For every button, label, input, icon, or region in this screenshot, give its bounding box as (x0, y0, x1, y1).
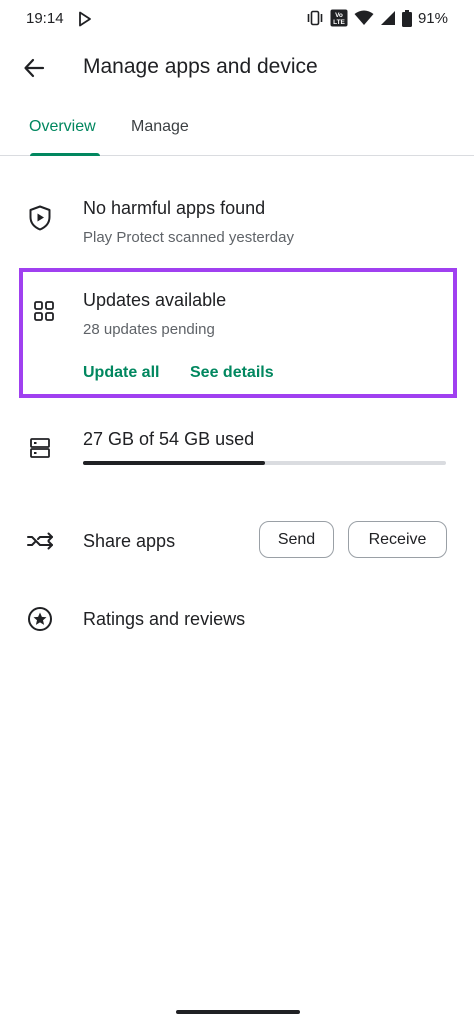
active-tab-indicator (30, 153, 100, 156)
wifi-icon (354, 10, 374, 25)
home-gesture-bar[interactable] (176, 1010, 300, 1014)
storage-bar (83, 461, 446, 465)
update-all-button[interactable]: Update all (83, 364, 159, 382)
share-apps-icon (26, 527, 54, 555)
svg-text:Vo: Vo (335, 12, 343, 19)
ratings-reviews-label: Ratings and reviews (83, 609, 246, 629)
apps-grid-icon (30, 297, 58, 325)
play-protect-row[interactable]: No harmful apps found Play Protect scann… (0, 190, 474, 260)
tab-bar: Overview Manage (0, 106, 474, 156)
svg-text:LTE: LTE (333, 19, 345, 26)
receive-button[interactable]: Receive (348, 521, 447, 558)
page-title: Manage apps and device (83, 55, 318, 78)
ratings-reviews-row[interactable]: Ratings and reviews (0, 598, 474, 642)
tab-overview[interactable]: Overview (29, 118, 96, 136)
share-apps-row: Share apps Send Receive (0, 516, 474, 566)
play-protect-title: No harmful apps found (83, 198, 266, 218)
storage-bar-fill (83, 461, 265, 465)
see-details-button[interactable]: See details (190, 364, 274, 382)
signal-icon (380, 11, 395, 25)
vibrate-icon (307, 10, 323, 26)
battery-icon (401, 9, 412, 27)
star-circle-icon (26, 605, 54, 633)
share-apps-label: Share apps (83, 531, 176, 551)
tab-manage[interactable]: Manage (131, 118, 189, 136)
status-bar: 19:14 Vo LTE 91% (0, 0, 474, 38)
updates-title: Updates available (83, 290, 227, 310)
play-protect-subtitle: Play Protect scanned yesterday (83, 229, 294, 246)
storage-text: 27 GB of 54 GB used (83, 429, 255, 449)
play-store-icon (79, 11, 91, 27)
status-time: 19:14 (26, 10, 64, 27)
updates-available-card: Updates available 28 updates pending Upd… (19, 268, 457, 398)
storage-icon (26, 434, 54, 462)
send-button[interactable]: Send (259, 521, 334, 558)
updates-subtitle: 28 updates pending (83, 321, 215, 338)
battery-percent: 91% (417, 9, 448, 27)
status-icons: Vo LTE 91% (306, 9, 448, 27)
arrow-back-icon (24, 58, 45, 78)
shield-play-icon (26, 204, 54, 232)
storage-row[interactable]: 27 GB of 54 GB used (0, 420, 474, 480)
back-button[interactable] (14, 48, 54, 88)
app-bar: Manage apps and device (0, 38, 474, 98)
volte-icon: Vo LTE (330, 9, 348, 27)
